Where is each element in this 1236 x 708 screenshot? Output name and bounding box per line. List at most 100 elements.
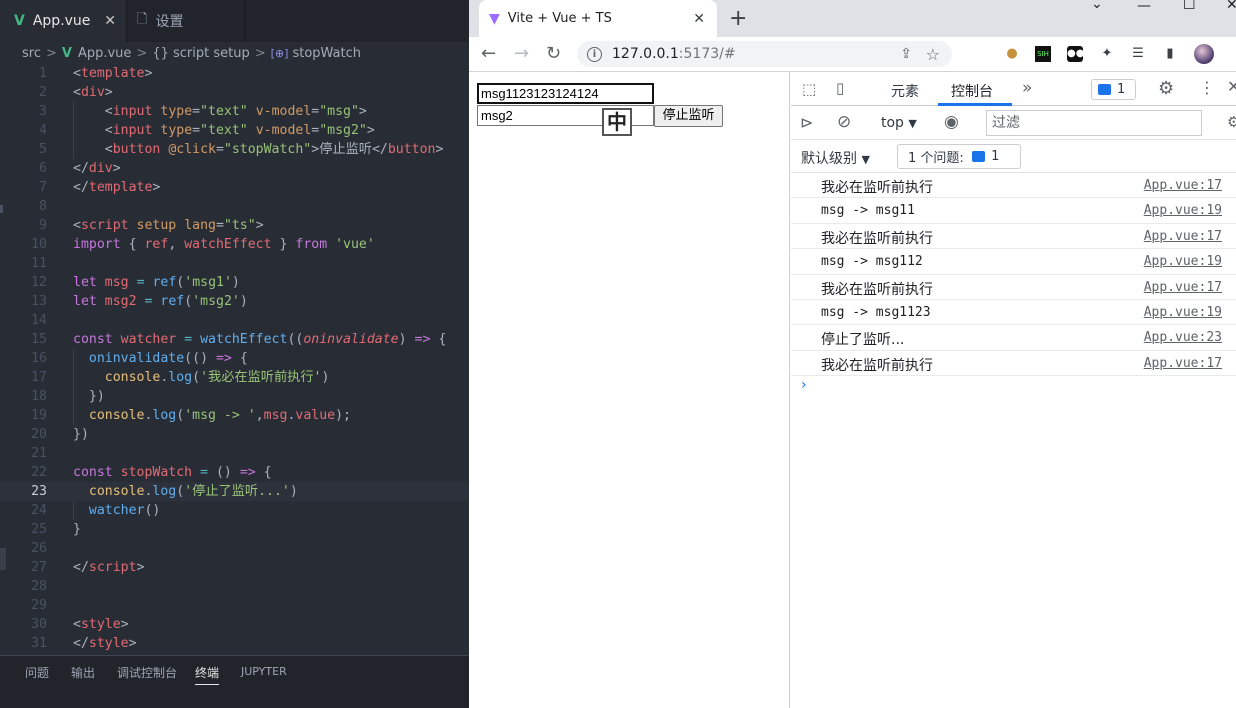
bookmark-star-icon[interactable]: ☆ [926, 45, 940, 64]
source-link[interactable]: App.vue:19 [1144, 305, 1222, 320]
code-line: 28 [31, 579, 47, 594]
issues-button[interactable]: 1 个问题: 1 [897, 144, 1021, 169]
panel-tab-debug-console[interactable]: 调试控制台 [117, 664, 177, 681]
close-icon[interactable]: ✕ [693, 11, 705, 27]
share-icon[interactable]: ⇪ [900, 46, 912, 62]
issues-badge[interactable]: 1 [1091, 79, 1136, 100]
source-link[interactable]: App.vue:23 [1144, 330, 1222, 345]
source-link[interactable]: App.vue:17 [1144, 178, 1222, 193]
devtools-panel: ⬚ ▯ 元素 控制台 » 1 ⚙ ⋮ ✕ ⊳ ⊘ top ▼ ◉ 过滤 ⚙ 默认… [791, 72, 1236, 708]
new-tab-button[interactable]: + [729, 6, 747, 31]
code-line: 14 [31, 313, 47, 328]
code-line: 21 [31, 446, 47, 461]
code-line-current: 23 console.log('停止了监听...') [0, 482, 469, 501]
source-link[interactable]: App.vue:19 [1144, 203, 1222, 218]
code-editor[interactable]: V App.vue ✕ 🗋 设置 src > V App.vue > {} sc… [0, 0, 469, 708]
console-message: 停止了监听... App.vue:23 [791, 325, 1236, 351]
device-toolbar-icon[interactable]: ▯ [836, 79, 844, 97]
reading-list-icon[interactable]: ☰ [1130, 46, 1146, 62]
puzzle-icon[interactable]: ✦ [1099, 46, 1115, 62]
breadcrumb-item[interactable]: App.vue [78, 46, 131, 61]
panel-tab-output[interactable]: 输出 [71, 664, 95, 681]
sih-extension-icon[interactable]: SIH [1035, 46, 1051, 62]
avatar[interactable] [1194, 44, 1214, 64]
chevron-down-icon[interactable]: ⌄ [1091, 0, 1103, 12]
browser-tab-title: Vite + Vue + TS [507, 11, 612, 26]
chevron-right-icon: > [45, 45, 57, 61]
source-link[interactable]: App.vue:19 [1144, 254, 1222, 269]
cookie-extension-icon[interactable]: ● [1004, 46, 1020, 62]
breadcrumb-item[interactable]: stopWatch [292, 46, 361, 61]
maximize-button[interactable]: ☐ [1183, 0, 1196, 13]
editor-tab-label: App.vue [32, 13, 91, 29]
code-line: 1 <template> [39, 66, 153, 81]
code-line: 29 [31, 598, 47, 613]
console-message: msg -> msg112 App.vue:19 [791, 249, 1236, 275]
browser-tab[interactable]: ▼ Vite + Vue + TS ✕ [479, 0, 717, 37]
code-line: 16 oninvalidate(() => { [31, 351, 248, 366]
more-tabs-button[interactable]: » [1022, 78, 1032, 98]
editor-tab-settings[interactable]: 🗋 设置 [127, 0, 245, 42]
gear-icon[interactable]: ⚙ [1227, 113, 1236, 131]
code-line: 12 let msg = ref('msg1') [31, 275, 240, 290]
code-line: 3 <input type="text" v-model="msg"> [39, 104, 367, 119]
filter-input[interactable]: 过滤 [986, 110, 1202, 136]
stop-watch-button[interactable]: 停止监听 [654, 105, 723, 127]
breadcrumb-item[interactable]: {} script setup [152, 46, 249, 61]
code-line: 11 [31, 256, 47, 271]
close-icon[interactable]: ✕ [104, 13, 116, 29]
forward-button[interactable]: → [514, 43, 529, 64]
code-line: 20}) [31, 427, 89, 442]
url-path: :5173/# [678, 46, 736, 62]
source-link[interactable]: App.vue:17 [1144, 280, 1222, 295]
console-message: 我必在监听前执行 App.vue:17 [791, 275, 1236, 300]
address-bar[interactable]: i 127.0.0.1:5173/# ⇪ ☆ [577, 41, 952, 67]
message-icon [972, 151, 986, 162]
source-link[interactable]: App.vue:17 [1144, 229, 1222, 244]
close-window-button[interactable]: ✕ [1226, 0, 1236, 13]
side-panel-icon[interactable]: ▮ [1162, 46, 1178, 62]
panel-tab-jupyter[interactable]: JUPYTER [241, 665, 287, 678]
code-line: 18 }) [31, 389, 105, 404]
inspect-element-icon[interactable]: ⬚ [802, 80, 816, 98]
code-line: 15 const watcher = watchEffect((oninvalid… [31, 332, 447, 347]
devtools-tab-bar: ⬚ ▯ 元素 控制台 » 1 ⚙ ⋮ ✕ [791, 72, 1236, 106]
devtools-tab-console[interactable]: 控制台 [951, 81, 993, 101]
eye-icon[interactable]: ◉ [944, 112, 959, 132]
back-button[interactable]: ← [481, 43, 496, 64]
code-line: 31 </style> [31, 636, 137, 651]
editor-tab-label: 设置 [155, 14, 184, 30]
console-message: 我必在监听前执行 App.vue:17 [791, 224, 1236, 250]
sidebar-toggle-icon[interactable]: ⊳ [800, 113, 813, 132]
reload-button[interactable]: ↻ [546, 43, 561, 64]
code-line: 4 <input type="text" v-model="msg2"> [39, 123, 375, 138]
log-level-dropdown[interactable]: 默认级别 ▼ [801, 148, 870, 168]
caret-down-icon: ▼ [861, 153, 870, 166]
msg-input[interactable]: msg1123123124124 [477, 83, 654, 104]
console-prompt[interactable]: › [801, 377, 807, 393]
clear-console-icon[interactable]: ⊘ [837, 112, 851, 132]
browser-toolbar: ← → ↻ i 127.0.0.1:5173/# ⇪ ☆ ● SIH ●● ✦ … [469, 37, 1236, 72]
minimize-button[interactable]: — [1137, 0, 1151, 14]
source-link[interactable]: App.vue:17 [1144, 356, 1222, 371]
console-message: msg -> msg1123 App.vue:19 [791, 300, 1236, 326]
close-icon[interactable]: ✕ [1227, 77, 1236, 96]
code-line: 30 <style> [31, 617, 129, 632]
bottom-panel: 问题 输出 调试控制台 终端 JUPYTER [0, 655, 469, 708]
code-line: 25} [31, 522, 81, 537]
extension-icon[interactable]: ●● [1067, 46, 1084, 62]
gear-icon[interactable]: ⚙ [1158, 78, 1174, 99]
info-icon[interactable]: i [587, 46, 602, 62]
code-line: 5 <button @click="stopWatch">停止监听</butto… [39, 142, 444, 157]
page-viewport: msg1123123124124 msg2 中 停止监听 [469, 72, 790, 708]
code-line: 10 import { ref, watchEffect } from 'vue' [31, 237, 375, 252]
breadcrumb-item[interactable]: src [22, 46, 41, 61]
editor-tab-app-vue[interactable]: V App.vue ✕ [0, 0, 127, 42]
more-vertical-icon[interactable]: ⋮ [1199, 78, 1215, 97]
context-selector[interactable]: top ▼ [881, 115, 917, 131]
panel-tab-problems[interactable]: 问题 [25, 664, 49, 681]
vite-favicon-icon: ▼ [489, 10, 500, 27]
devtools-tab-elements[interactable]: 元素 [891, 81, 919, 101]
console-level-bar: 默认级别 ▼ 1 个问题: 1 [791, 140, 1236, 173]
panel-tab-terminal[interactable]: 终端 [195, 664, 220, 685]
